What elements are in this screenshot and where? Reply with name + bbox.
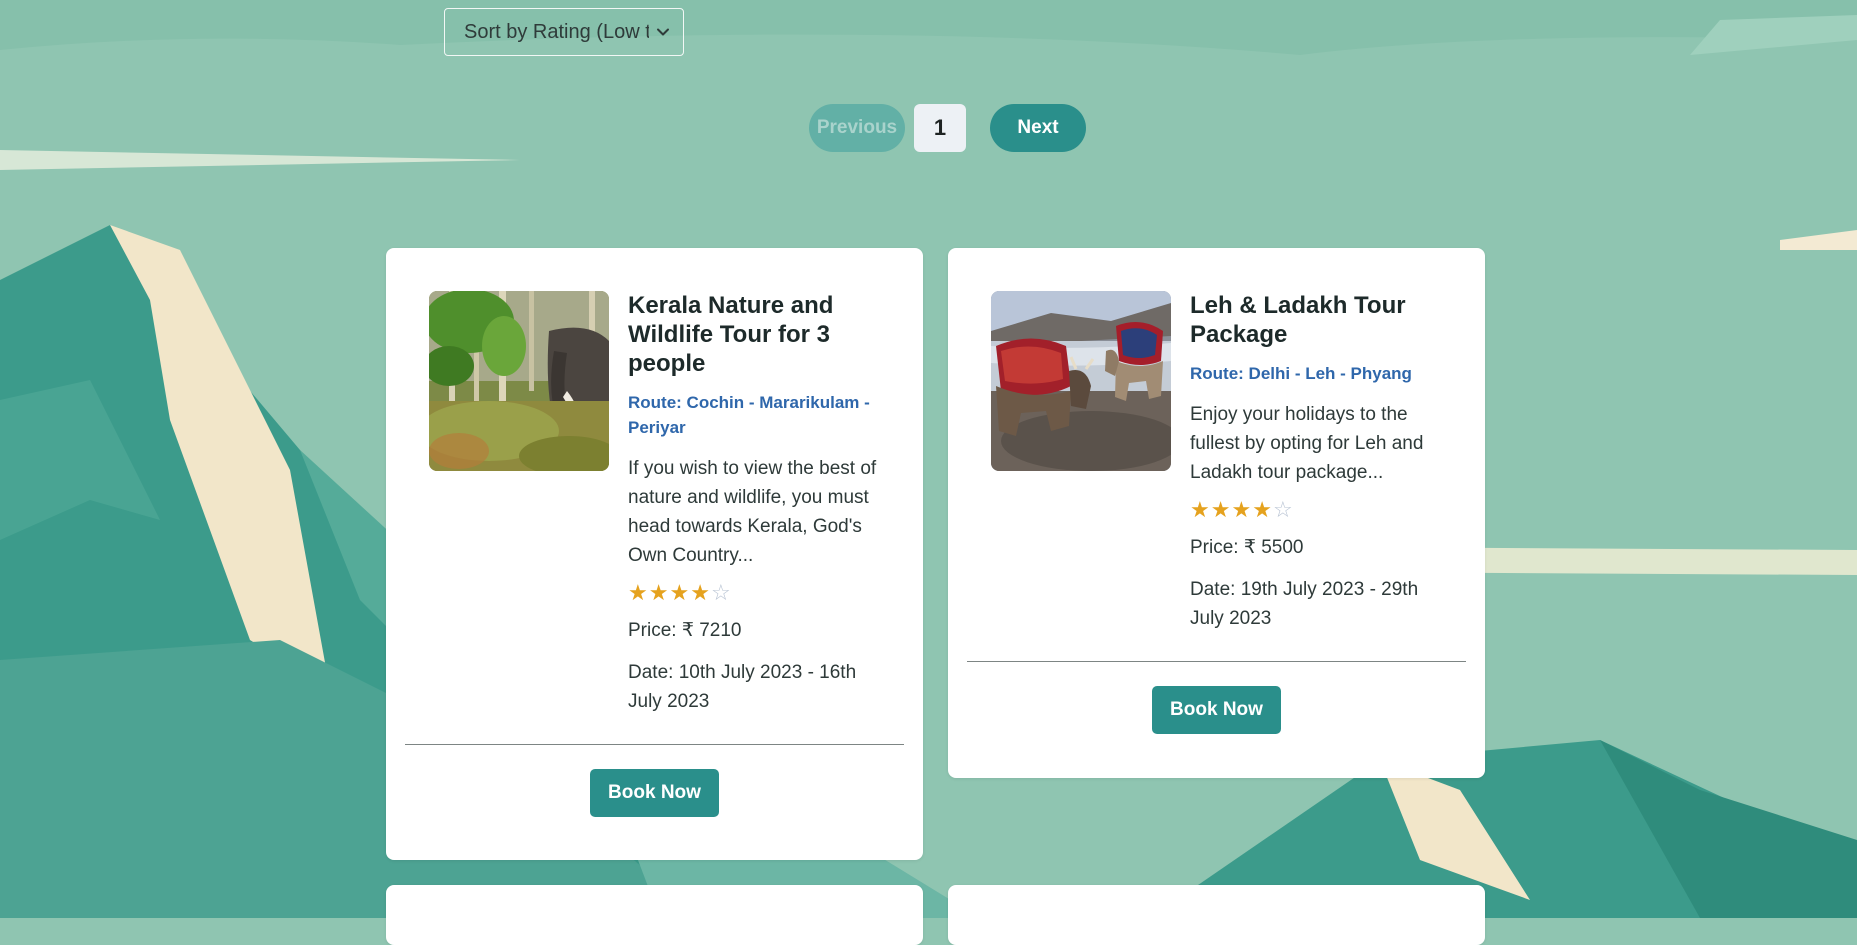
sort-dropdown-value: Sort by Rating (Low to High) bbox=[464, 20, 649, 43]
tour-card: Leh & Ladakh Tour Package Route: Delhi -… bbox=[948, 248, 1485, 778]
star-filled-icon: ★ bbox=[669, 580, 691, 605]
star-filled-icon: ★ bbox=[1231, 497, 1253, 522]
tour-description: Enjoy your holidays to the fullest by op… bbox=[1190, 404, 1424, 483]
tour-price: Price: ₹ 5500 bbox=[1190, 537, 1304, 558]
tour-image bbox=[429, 291, 609, 471]
tour-card-partial bbox=[386, 885, 923, 945]
tour-date: Date: 19th July 2023 - 29th July 2023 bbox=[1190, 579, 1419, 629]
star-empty-icon: ☆ bbox=[1272, 497, 1294, 522]
star-filled-icon: ★ bbox=[628, 580, 649, 605]
tour-route: Route: Cochin - Mararikulam - Periyar bbox=[628, 393, 870, 437]
tour-title[interactable]: Leh & Ladakh Tour Package bbox=[1190, 291, 1440, 349]
star-filled-icon: ★ bbox=[1210, 497, 1232, 522]
tour-card-partial bbox=[948, 885, 1485, 945]
star-rating: ★★★★☆ bbox=[1190, 497, 1440, 523]
elephant-photo-icon bbox=[429, 291, 609, 471]
star-filled-icon: ★ bbox=[1252, 497, 1273, 522]
tour-description: If you wish to view the best of nature a… bbox=[628, 458, 877, 566]
tour-title[interactable]: Kerala Nature and Wildlife Tour for 3 pe… bbox=[628, 291, 878, 378]
book-now-button[interactable]: Book Now bbox=[1152, 686, 1281, 734]
sort-dropdown[interactable]: Sort by Rating (Low to High) bbox=[444, 8, 684, 56]
card-divider bbox=[967, 661, 1466, 662]
yak-photo-icon bbox=[991, 291, 1171, 471]
tour-price: Price: ₹ 7210 bbox=[628, 620, 742, 641]
tour-card: Kerala Nature and Wildlife Tour for 3 pe… bbox=[386, 248, 923, 860]
star-filled-icon: ★ bbox=[690, 580, 711, 605]
next-page-button[interactable]: Next bbox=[990, 104, 1086, 152]
tour-info: Kerala Nature and Wildlife Tour for 3 pe… bbox=[628, 291, 878, 716]
star-filled-icon: ★ bbox=[648, 580, 670, 605]
tour-image bbox=[991, 291, 1171, 471]
star-filled-icon: ★ bbox=[1190, 497, 1211, 522]
star-empty-icon: ☆ bbox=[710, 580, 732, 605]
book-now-button[interactable]: Book Now bbox=[590, 769, 719, 817]
tour-date: Date: 10th July 2023 - 16th July 2023 bbox=[628, 662, 857, 712]
tour-info: Leh & Ladakh Tour Package Route: Delhi -… bbox=[1190, 291, 1440, 633]
previous-page-button[interactable]: Previous bbox=[809, 104, 905, 152]
tour-route: Route: Delhi - Leh - Phyang bbox=[1190, 364, 1412, 383]
current-page-number[interactable]: 1 bbox=[914, 104, 966, 152]
card-divider bbox=[405, 744, 904, 745]
chevron-down-icon bbox=[657, 28, 669, 36]
star-rating: ★★★★☆ bbox=[628, 580, 878, 606]
